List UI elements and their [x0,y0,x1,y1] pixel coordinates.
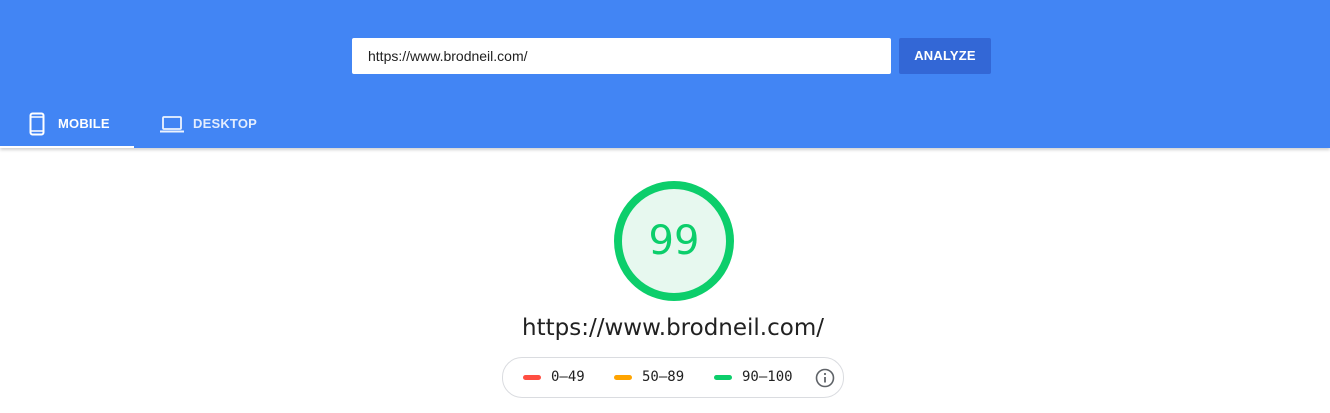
legend-range-pass: 90–100 [742,369,793,385]
average-indicator [614,375,632,380]
analyzed-url: https://www.brodneil.com/ [522,315,824,341]
performance-score: 99 [648,218,700,264]
tab-desktop-label: DESKTOP [193,116,258,131]
legend-range-fail: 0–49 [551,369,585,385]
tab-mobile[interactable]: MOBILE [0,100,134,148]
laptop-icon [160,116,184,133]
analyze-button[interactable]: ANALYZE [899,38,991,74]
header-bar: ANALYZE MOBILE DESKTOP [0,0,1330,148]
fail-indicator [523,375,541,380]
info-icon[interactable] [815,368,835,388]
url-input[interactable] [352,38,891,74]
tab-mobile-label: MOBILE [58,116,110,131]
score-legend: 0–49 50–89 90–100 [502,357,844,398]
mobile-phone-icon [29,112,45,136]
pass-indicator [714,375,732,380]
legend-range-average: 50–89 [642,369,685,385]
tab-desktop[interactable]: DESKTOP [134,100,284,148]
performance-score-gauge: 99 [613,180,735,302]
